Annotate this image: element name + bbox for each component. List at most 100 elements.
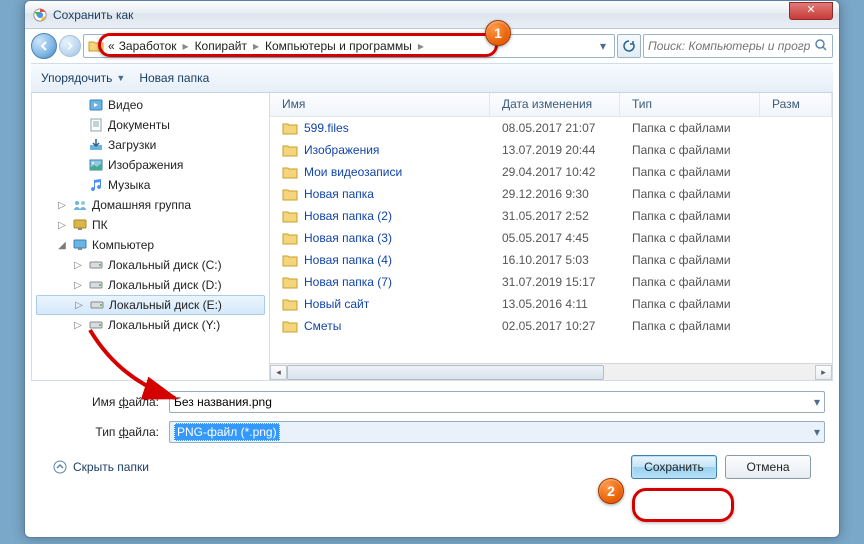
file-panel: Имя Дата изменения Тип Разм 599.files08.… [270, 93, 832, 380]
new-folder-button[interactable]: Новая папка [139, 71, 209, 85]
tree-label: Локальный диск (C:) [108, 258, 222, 272]
tree-item[interactable]: Видео [32, 95, 269, 115]
file-row[interactable]: 599.files08.05.2017 21:07Папка с файлами [270, 117, 832, 139]
expand-icon[interactable]: ▷ [56, 200, 68, 211]
folder-icon [282, 144, 298, 157]
col-date[interactable]: Дата изменения [490, 93, 620, 116]
window-title: Сохранить как [53, 8, 789, 22]
file-row[interactable]: Новая папка29.12.2016 9:30Папка с файлам… [270, 183, 832, 205]
tree-item[interactable]: ▷ПК [32, 215, 269, 235]
file-list[interactable]: 599.files08.05.2017 21:07Папка с файлами… [270, 117, 832, 363]
chevron-up-icon [53, 460, 67, 474]
chevron-right-icon: ▸ [181, 39, 191, 53]
expand-icon[interactable]: ▷ [56, 220, 68, 231]
chevron-down-icon[interactable]: ▾ [814, 395, 820, 409]
refresh-button[interactable] [617, 34, 641, 58]
file-date: 31.05.2017 2:52 [490, 209, 620, 223]
file-type: Папка с файлами [620, 187, 760, 201]
breadcrumb-item[interactable]: Заработок [119, 39, 177, 53]
back-button[interactable] [31, 33, 57, 59]
file-name: Новая папка (4) [304, 253, 392, 267]
search-icon[interactable] [814, 38, 828, 55]
tree-panel[interactable]: ВидеоДокументыЗагрузкиИзображенияМузыка▷… [32, 93, 270, 380]
tree-item[interactable]: ◢Компьютер [32, 235, 269, 255]
breadcrumb-prefix: « [108, 39, 115, 53]
bottom-panel: Имя файла: Без названия.png ▾ Тип файла:… [25, 381, 839, 491]
filename-label: Имя файла: [39, 395, 169, 409]
file-type: Папка с файлами [620, 143, 760, 157]
search-box[interactable] [643, 34, 833, 58]
organize-button[interactable]: Упорядочить ▼ [41, 71, 125, 85]
forward-button[interactable] [59, 35, 81, 57]
cancel-button[interactable]: Отмена [725, 455, 811, 479]
file-row[interactable]: Новая папка (7)31.07.2019 15:17Папка с ф… [270, 271, 832, 293]
filename-value: Без названия.png [174, 395, 272, 409]
tree-item[interactable]: ▷ Локальный диск (C:) [32, 255, 269, 275]
folder-icon [282, 298, 298, 311]
scroll-track[interactable] [287, 365, 815, 380]
nav-row: « Заработок ▸ Копирайт ▸ Компьютеры и прог… [25, 29, 839, 63]
file-name: Изображения [304, 143, 379, 157]
save-button[interactable]: Сохранить [631, 455, 717, 479]
tree-item[interactable]: Загрузки [32, 135, 269, 155]
file-row[interactable]: Новый сайт13.05.2016 4:11Папка с файлами [270, 293, 832, 315]
hide-folders-toggle[interactable]: Скрыть папки [53, 460, 149, 474]
chevron-down-icon[interactable]: ▾ [814, 425, 820, 439]
file-row[interactable]: Новая папка (2)31.05.2017 2:52Папка с фа… [270, 205, 832, 227]
file-row[interactable]: Новая папка (4)16.10.2017 5:03Папка с фа… [270, 249, 832, 271]
expand-icon[interactable]: ▷ [72, 320, 84, 331]
file-date: 05.05.2017 4:45 [490, 231, 620, 245]
file-row[interactable]: Сметы02.05.2017 10:27Папка с файлами [270, 315, 832, 337]
toolbar: Упорядочить ▼ Новая папка [31, 63, 833, 93]
column-headers[interactable]: Имя Дата изменения Тип Разм [270, 93, 832, 117]
music-icon [88, 177, 104, 193]
tree-item[interactable]: ▷Домашняя группа [32, 195, 269, 215]
file-name: Сметы [304, 319, 341, 333]
close-button[interactable]: ✕ [789, 2, 833, 20]
h-scrollbar[interactable]: ◂ ▸ [270, 363, 832, 380]
file-date: 29.04.2017 10:42 [490, 165, 620, 179]
folder-icon [282, 232, 298, 245]
breadcrumb-item[interactable]: Компьютеры и программы [265, 39, 412, 53]
drive-icon [89, 297, 105, 313]
tree-item[interactable]: Музыка [32, 175, 269, 195]
tree-label: Локальный диск (D:) [108, 278, 222, 292]
save-dialog: Сохранить как ✕ « Заработок ▸ Копирайт ▸ К… [24, 0, 840, 538]
breadcrumb-item[interactable]: Копирайт [195, 39, 247, 53]
file-name: Новая папка [304, 187, 374, 201]
file-type: Папка с файлами [620, 253, 760, 267]
address-bar[interactable]: « Заработок ▸ Копирайт ▸ Компьютеры и прог… [83, 34, 615, 58]
tree-item[interactable]: Изображения [32, 155, 269, 175]
filetype-field[interactable]: PNG-файл (*.png) ▾ [169, 421, 825, 443]
chevron-down-icon: ▼ [116, 73, 125, 83]
file-row[interactable]: Мои видеозаписи29.04.2017 10:42Папка с ф… [270, 161, 832, 183]
titlebar[interactable]: Сохранить как ✕ [25, 1, 839, 29]
file-name: Новая папка (2) [304, 209, 392, 223]
scroll-thumb[interactable] [287, 365, 604, 380]
search-input[interactable] [648, 39, 814, 53]
col-size[interactable]: Разм [760, 93, 832, 116]
computer-icon [72, 237, 88, 253]
expand-icon[interactable]: ◢ [56, 240, 68, 251]
expand-icon[interactable]: ▷ [73, 300, 85, 311]
tree-item[interactable]: Документы [32, 115, 269, 135]
file-row[interactable]: Изображения 13.07.2019 20:44Папка с файла… [270, 139, 832, 161]
tree-item[interactable]: ▷Локальный диск (Y:) [32, 315, 269, 335]
scroll-right[interactable]: ▸ [815, 365, 832, 380]
filename-field[interactable]: Без названия.png ▾ [169, 391, 825, 413]
homegroup-icon [72, 197, 88, 213]
tree-item[interactable]: ▷ Локальный диск (D:) [32, 275, 269, 295]
scroll-left[interactable]: ◂ [270, 365, 287, 380]
expand-icon[interactable]: ▷ [72, 260, 84, 271]
tree-item[interactable]: ▷Локальный диск (E:) [36, 295, 265, 315]
col-type[interactable]: Тип [620, 93, 760, 116]
file-row[interactable]: Новая папка (3)05.05.2017 4:45Папка с фа… [270, 227, 832, 249]
col-name[interactable]: Имя [270, 93, 490, 116]
address-dropdown[interactable]: ▾ [596, 39, 610, 53]
tree-label: Документы [108, 118, 170, 132]
file-date: 13.07.2019 20:44 [490, 143, 620, 157]
expand-icon[interactable]: ▷ [72, 280, 84, 291]
file-date: 31.07.2019 15:17 [490, 275, 620, 289]
chevron-right-icon: ▸ [416, 39, 426, 53]
chevron-right-icon: ▸ [251, 39, 261, 53]
